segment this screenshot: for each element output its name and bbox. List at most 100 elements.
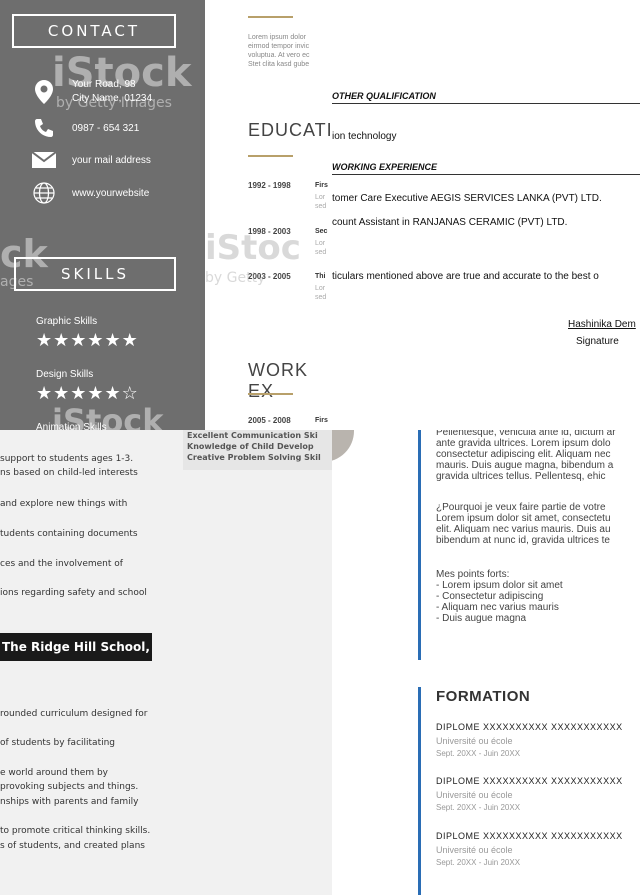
getty-watermark-left: ages: [0, 274, 34, 290]
intro-paragraph: Pellentesque, vehicula ante id, dictum a…: [436, 430, 616, 482]
work-rule: [248, 393, 293, 395]
diploma-dates: Sept. 20XX - Juin 20XX: [436, 803, 521, 812]
diploma-school: Université ou école: [436, 845, 513, 855]
intro-line: consectetur adipiscing elit. Aliquam nec: [436, 449, 611, 460]
phone-row: 0987 - 654 321: [30, 118, 139, 138]
about-line: Stet clita kasd gube: [248, 61, 310, 68]
entry-lines: Lor sed: [315, 193, 326, 211]
email-address: your mail address: [72, 154, 151, 166]
contact-heading: CONTACT: [12, 14, 176, 48]
diploma-school: Université ou école: [436, 790, 513, 800]
getty-watermark: by Getty Images: [56, 95, 172, 111]
why-line: ¿Pourquoi je veux faire partie de votre: [436, 502, 606, 513]
other-qualification-line: ion technology: [332, 131, 397, 142]
skills-heading: SKILLS: [14, 257, 176, 291]
work-entry-title: Firs: [315, 417, 328, 424]
about-line: voluptua. At vero ec: [248, 52, 310, 59]
getty-watermark: by Getty: [205, 270, 266, 286]
formation-accent-bar: [418, 687, 421, 895]
working-experience-heading: WORKING EXPERIENCE: [332, 162, 640, 175]
duty-line: ns based on child-led interests: [0, 468, 138, 478]
phone-number: 0987 - 654 321: [72, 122, 140, 134]
diploma-dates: Sept. 20XX - Juin 20XX: [436, 749, 521, 758]
diploma-title: DIPLOME XXXXXXXXXX XXXXXXXXXXX: [436, 722, 623, 732]
skills-box: Excellent Communication Ski Knowledge of…: [183, 430, 332, 470]
duty-line: of students by facilitating: [0, 738, 116, 748]
skill-item: Creative Problem Solving Skil: [187, 453, 321, 462]
phone-icon: [30, 118, 58, 138]
entry-line: sed: [315, 249, 327, 256]
section-accent-bar: [418, 430, 421, 660]
why-line: elit. Aliquam nec varius mauris. Duis au: [436, 524, 611, 535]
diploma-title: DIPLOME XXXXXXXXXX XXXXXXXXXXX: [436, 831, 623, 841]
teacher-resume-panel: Excellent Communication Ski Knowledge of…: [0, 430, 332, 895]
duty-line: e world around them by: [0, 768, 108, 778]
school-name: The Ridge Hill School,: [0, 633, 152, 661]
resume-sidebar-panel: CONTACT Your Road, 98 City Name, 01234 0…: [0, 0, 205, 430]
signature-label: Signature: [576, 336, 619, 347]
strengths-list: Mes points forts: - Lorem ipsum dolor si…: [436, 569, 563, 624]
entry-title: Sec: [315, 228, 328, 235]
entry-line: Lor: [315, 240, 326, 247]
skill-item: Excellent Communication Ski: [187, 431, 318, 440]
why-line: bibendum at nunc id, gravida ultrices te: [436, 535, 610, 546]
skill-label-animation: Animation Skills: [36, 422, 107, 430]
about-line: eirmod tempor invic: [248, 43, 310, 50]
entry-line: sed: [315, 203, 327, 210]
skill-item: Knowledge of Child Develop: [187, 442, 314, 451]
globe-icon: [30, 182, 58, 204]
entry-line: Lor: [315, 285, 326, 292]
work-entry-date: 2005 - 2008: [248, 416, 291, 425]
why-line: Lorem ipsum dolor sit amet, consectetu: [436, 513, 611, 524]
diploma-dates: Sept. 20XX - Juin 20XX: [436, 858, 521, 867]
mail-icon: [30, 150, 58, 170]
intro-line: Pellentesque, vehicula ante id, dictum a…: [436, 430, 616, 438]
why-paragraph: ¿Pourquoi je veux faire partie de votre …: [436, 502, 611, 546]
address-line-1: Your Road, 98: [72, 79, 136, 90]
duty-line: ces and the involvement of: [0, 559, 123, 569]
entry-title: Firs: [315, 182, 328, 189]
strength-item: - Aliquam nec varius mauris: [436, 602, 559, 613]
website-row: www.yourwebsite: [30, 182, 149, 204]
qualification-panel: OTHER QUALIFICATION ion technology WORKI…: [332, 0, 640, 430]
french-resume-panel: Pellentesque, vehicula ante id, dictum a…: [332, 430, 640, 895]
diploma-school: Université ou école: [436, 736, 513, 746]
entry-date: 1992 - 1998: [248, 181, 291, 190]
duty-line: s of students, and created plans: [0, 841, 145, 851]
avatar: [332, 430, 354, 462]
location-pin-icon: [30, 80, 58, 104]
strength-item: - Consectetur adipiscing: [436, 591, 544, 602]
duty-line: provoking subjects and things.: [0, 782, 139, 792]
about-text: Lorem ipsum dolor eirmod tempor invic vo…: [248, 33, 332, 69]
intro-line: mauris. Duis augue magna, bibendum a: [436, 460, 614, 471]
skill-label-graphic: Graphic Skills: [36, 316, 98, 327]
skill-rating-design: ★★★★★☆: [36, 383, 139, 404]
strength-item: - Lorem ipsum dolor sit amet: [436, 580, 563, 591]
intro-line: gravida ultrices tellus. Pellentesq, ehi…: [436, 471, 606, 482]
duty-line: to promote critical thinking skills.: [0, 826, 151, 836]
entry-lines: Lor sed: [315, 284, 326, 302]
declaration-line: ticulars mentioned above are true and ac…: [332, 271, 599, 282]
about-line: Lorem ipsum dolor: [248, 34, 306, 41]
duty-line: support to students ages 1-3.: [0, 454, 134, 464]
resume-main-panel: Lorem ipsum dolor eirmod tempor invic vo…: [205, 0, 332, 430]
duty-line: nships with parents and family: [0, 797, 139, 807]
strengths-heading: Mes points forts:: [436, 569, 510, 580]
skill-label-design: Design Skills: [36, 369, 94, 380]
entry-title: Thi: [315, 273, 326, 280]
entry-line: sed: [315, 294, 327, 301]
duty-line: and explore new things with: [0, 499, 128, 509]
signature-name: Hashinika Dem: [568, 319, 636, 330]
entry-date: 1998 - 2003: [248, 227, 291, 236]
duty-line: rounded curriculum designed for: [0, 709, 148, 719]
education-rule: [248, 155, 293, 157]
education-title: EDUCATIO: [248, 120, 332, 140]
intro-line: ante gravida ultrices. Lorem ipsum dolo: [436, 438, 611, 449]
email-row: your mail address: [30, 150, 151, 170]
other-qualification-heading: OTHER QUALIFICATION: [332, 91, 640, 104]
experience-line: count Assistant in RANJANAS CERAMIC (PVT…: [332, 217, 568, 228]
strength-item: - Duis augue magna: [436, 613, 527, 624]
formation-title: FORMATION: [436, 688, 531, 705]
experience-line: tomer Care Executive AEGIS SERVICES LANK…: [332, 193, 602, 204]
skill-rating-graphic: ★★★★★★: [36, 330, 139, 351]
